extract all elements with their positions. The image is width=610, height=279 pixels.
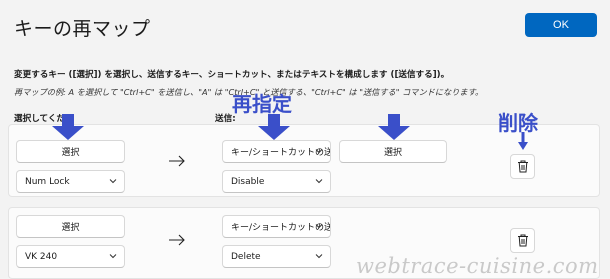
instructions-text: 変更するキー ([選択]) を選択し、送信するキー、ショートカット、またはテキス… [14,70,450,80]
chevron-down-icon [315,179,323,184]
annotation-arrow-icon [258,114,290,140]
arrow-right-icon [169,234,185,246]
original-key-dropdown[interactable]: VK 240 [16,245,125,268]
annotation-arrow-icon [518,132,528,150]
ok-button[interactable]: OK [525,13,597,37]
original-key-value: Num Lock [25,176,70,187]
trash-icon [517,160,528,173]
original-key-value: VK 240 [25,251,58,262]
respecify-annotation: 再指定 [232,92,292,116]
select-key-button[interactable]: 選択 [16,140,125,163]
arrow-right-icon [169,155,185,167]
watermark: webtrace-cuisine.com [356,254,599,278]
original-key-dropdown[interactable]: Num Lock [16,170,125,193]
select-key-button[interactable]: 選択 [16,215,125,238]
chevron-down-icon [315,149,323,154]
trash-icon [517,234,528,247]
delete-row-button[interactable] [510,228,535,253]
target-key-value: Disable [231,176,265,187]
chevron-down-icon [109,254,117,259]
annotation-arrow-icon [378,114,410,140]
remap-type-dropdown[interactable]: キー/ショートカットの送 [222,140,331,163]
page-title: キーの再マップ [14,18,151,40]
target-key-dropdown[interactable]: Disable [222,170,331,193]
chevron-down-icon [315,224,323,229]
target-key-dropdown[interactable]: Delete [222,245,331,268]
select-send-button[interactable]: 選択 [339,140,447,163]
remap-type-dropdown[interactable]: キー/ショートカットの送 [222,215,331,238]
target-key-value: Delete [231,251,261,262]
chevron-down-icon [315,254,323,259]
chevron-down-icon [109,179,117,184]
delete-row-button[interactable] [510,154,535,179]
annotation-arrow-icon [52,114,84,140]
